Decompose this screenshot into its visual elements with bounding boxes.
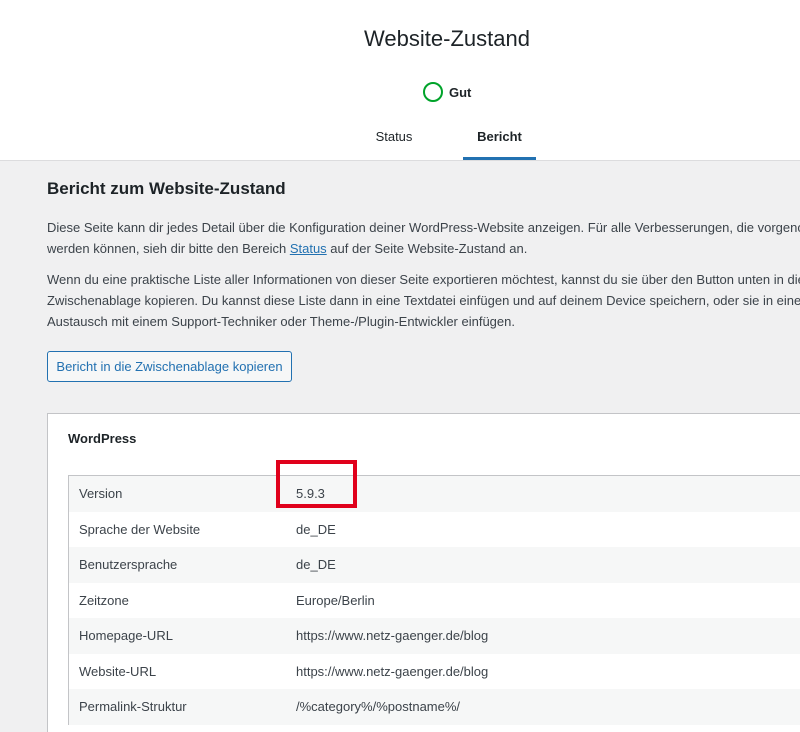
page-title: Website-Zustand [364,26,530,51]
status-link[interactable]: Status [290,241,327,256]
tab-bericht[interactable]: Bericht [463,112,536,160]
report-export-paragraph: Wenn du eine praktische Liste aller Info… [47,269,800,332]
page-header: Website-Zustand Gut Status Bericht [0,0,800,161]
status-label: Gut [449,84,472,100]
version-highlight-box [276,460,357,508]
table-row: Homepage-URL https://www.netz-gaenger.de… [69,618,800,654]
row-label: Sprache der Website [79,521,201,537]
export-line-1: Wenn du eine praktische Liste aller Info… [47,272,800,287]
intro-line-1: Diese Seite kann dir jedes Detail über d… [47,220,800,235]
intro-text: werden können, sieh dir bitte den Bereic… [47,241,290,256]
row-label: Version [79,486,123,502]
intro-line-2: werden können, sieh dir bitte den Bereic… [47,238,800,259]
row-value: https://www.netz-gaenger.de/blog [296,628,489,644]
row-value: Europe/Berlin [296,592,375,608]
row-label: Permalink-Struktur [79,699,187,715]
table-row: Website-URL https://www.netz-gaenger.de/… [69,654,800,690]
intro-text-end: auf der Seite Website-Zustand an. [326,241,528,256]
copy-report-button[interactable]: Bericht in die Zwischenablage kopieren [47,351,292,382]
export-line-3: Austausch mit einem Support-Techniker od… [47,314,515,329]
health-status: Gut [423,82,471,102]
table-row: Version 5.9.3 [69,476,800,512]
panel-title[interactable]: WordPress [68,431,136,446]
row-value: de_DE [296,557,336,573]
wordpress-panel: WordPress Version 5.9.3 Sprache der Webs… [47,413,800,732]
row-value: de_DE [296,521,336,537]
status-circle-icon [423,82,443,102]
table-row: Benutzersprache de_DE [69,547,800,583]
tab-status[interactable]: Status [358,112,430,160]
row-label: Zeitzone [79,592,129,608]
row-value: 5.9.3 [296,486,325,502]
row-value: /%category%/%postname%/ [296,699,461,715]
table-row: Sprache der Website de_DE [69,512,800,548]
row-label: Website-URL [79,663,157,679]
row-value: https://www.netz-gaenger.de/blog [296,663,489,679]
row-label: Homepage-URL [79,628,173,644]
info-table: Version 5.9.3 Sprache der Website de_DE … [68,475,800,725]
row-label: Benutzersprache [79,557,178,573]
table-row: Zeitzone Europe/Berlin [69,583,800,619]
report-heading: Bericht zum Website-Zustand [47,179,286,198]
table-row: Permalink-Struktur /%category%/%postname… [69,689,800,725]
export-line-2: Zwischenablage kopieren. Du kannst diese… [47,293,800,308]
report-intro-paragraph: Diese Seite kann dir jedes Detail über d… [47,217,800,259]
